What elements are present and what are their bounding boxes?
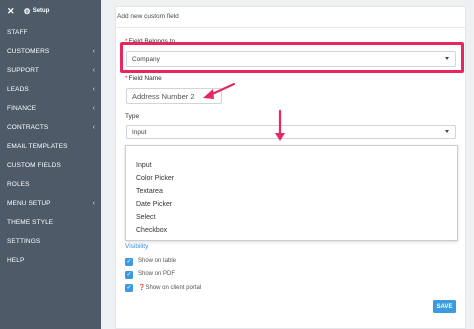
annotation-arrows [203,82,285,141]
arrowhead-field-name [203,89,214,99]
arrow-to-field-name [208,82,236,97]
arrowhead-type [275,133,285,141]
